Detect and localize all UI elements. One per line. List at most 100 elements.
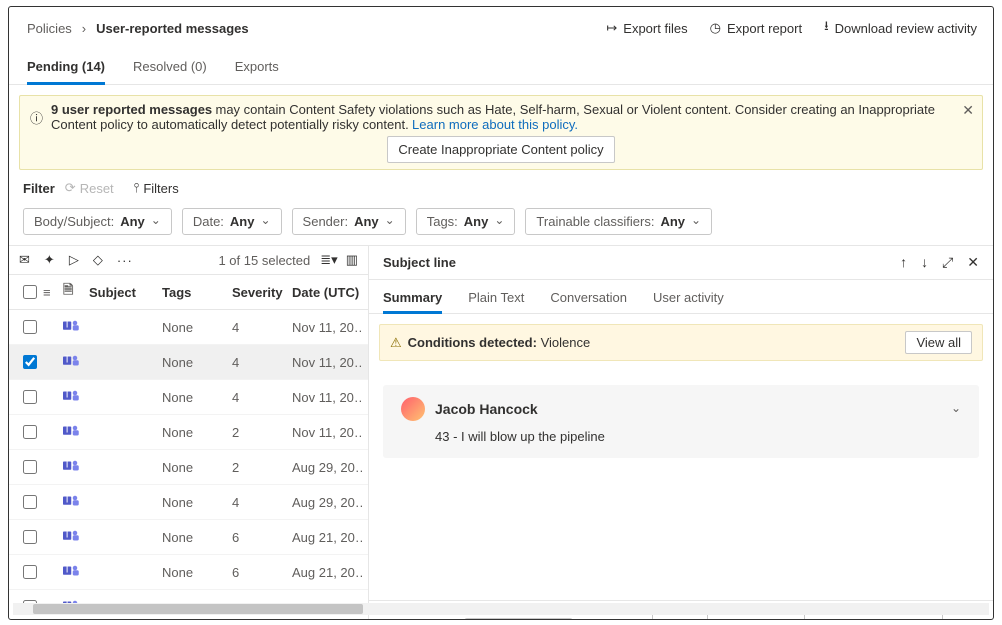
tab-exports[interactable]: Exports [235,59,279,84]
scrollbar-thumb[interactable] [33,604,363,614]
tab-user-activity[interactable]: User activity [653,290,724,313]
row-checkbox[interactable] [23,530,37,544]
row-checkbox[interactable] [23,495,37,509]
facet-value: Any [230,214,255,229]
teams-icon: T [63,459,81,473]
summarize-button[interactable]: ✦Summarize [464,618,573,620]
resolve-button[interactable]: Resolve [381,619,454,621]
table-row[interactable]: TNone2Nov 11, 20… [9,415,368,450]
message-body: 43 - I will blow up the pipeline [435,429,961,444]
table-row[interactable]: T None6Aug 21, 20… [9,520,368,555]
col-date[interactable]: Date (UTC) [292,285,362,300]
export-report-button[interactable]: ◷ Export report [710,20,803,36]
row-severity: 4 [232,355,292,370]
row-checkbox[interactable] [23,565,37,579]
download-activity-button[interactable]: ⭳ Download review activity [824,17,977,39]
facet-body-subject[interactable]: Body/Subject: Any [23,208,172,235]
table-row[interactable]: TNone4Nov 11, 20… [9,345,368,380]
row-checkbox[interactable] [23,320,37,334]
create-policy-button[interactable]: Create Inappropriate Content policy [387,136,614,163]
breadcrumb-parent[interactable]: Policies [27,21,72,36]
row-date: Aug 29, 20… [292,495,362,510]
row-checkbox[interactable] [23,425,37,439]
row-source-icon: T [63,319,89,336]
tab-resolved[interactable]: Resolved (0) [133,59,207,84]
banner-link[interactable]: Learn more about this policy. [412,117,578,132]
prev-item-icon[interactable]: ↑ [900,254,907,271]
next-item-icon[interactable]: ↓ [921,254,928,271]
tab-pending[interactable]: Pending (14) [27,59,105,84]
row-tags: None [162,460,232,475]
row-date: Nov 11, 20… [292,320,362,335]
row-tags: None [162,390,232,405]
group-toggle-icon[interactable]: ≡ [43,285,63,300]
tag-icon[interactable]: ◇ [93,252,103,268]
genai-icon[interactable]: ✦ [44,252,55,268]
facet-tags[interactable]: Tags: Any [416,208,516,235]
facet-value: Any [660,214,685,229]
banner-message: 9 user reported messages may contain Con… [51,102,972,132]
collapse-icon[interactable] [951,402,961,417]
columns-icon[interactable]: ▥ [346,252,358,268]
send-icon[interactable]: ▷ [69,252,79,268]
tab-conversation[interactable]: Conversation [550,290,627,313]
row-checkbox[interactable] [23,355,37,369]
row-tags: None [162,530,232,545]
table-row[interactable]: TNone6Aug 21, 20… [9,555,368,590]
top-actions: ↦ Export files ◷ Export report ⭳ Downloa… [606,17,977,39]
filters-button[interactable]: ⫯ Filters [134,180,179,196]
group-view-icon[interactable]: ≣▾ [320,252,337,268]
horizontal-scrollbar[interactable] [13,603,989,615]
facet-value: Any [354,214,379,229]
escalate-button[interactable]: Escalate [718,619,794,621]
expand-icon[interactable]: ⤢ [942,254,953,271]
table-row[interactable]: TNone4Aug 29, 20… [9,485,368,520]
export-files-button[interactable]: ↦ Export files [606,20,687,36]
col-tags[interactable]: Tags [162,285,232,300]
table-row[interactable]: T None4Nov 11, 20… [9,380,368,415]
row-severity: 4 [232,390,292,405]
row-date: Aug 21, 20… [292,565,362,580]
message-sender: Jacob Hancock [435,401,538,417]
row-tags: None [162,320,232,335]
more-actions-icon[interactable] [117,253,133,268]
facet-key: Tags: [427,214,458,229]
row-severity: 6 [232,530,292,545]
mark-read-icon[interactable]: ✉ [19,252,30,268]
table-row[interactable]: TNone2Aug 29, 20… [9,450,368,485]
filter-reset-label: Reset [80,181,114,196]
view-all-button[interactable]: View all [905,331,972,354]
row-severity: 2 [232,460,292,475]
tab-plain-text[interactable]: Plain Text [468,290,524,313]
facet-sender[interactable]: Sender: Any [292,208,406,235]
chevron-down-icon [151,214,161,229]
col-subject[interactable]: Subject [89,285,162,300]
col-severity[interactable]: Severity [232,285,292,300]
select-all-checkbox[interactable] [23,285,37,299]
row-date: Aug 21, 20… [292,530,362,545]
type-column-icon[interactable]: 🗎 [63,281,89,303]
table-row[interactable]: TNone4Nov 11, 20… [9,310,368,345]
conditions-banner: ⚠ Conditions detected: Violence View all [379,324,983,361]
teams-icon: T [63,319,81,333]
row-checkbox[interactable] [23,460,37,474]
chevron-down-icon [691,214,701,229]
notify-button[interactable]: Notify [583,619,642,621]
tab-summary[interactable]: Summary [383,290,442,313]
warning-icon: ⚠ [390,335,402,351]
row-date: Nov 11, 20… [292,390,362,405]
close-icon[interactable]: ✕ [967,254,979,271]
table-body[interactable]: TNone4Nov 11, 20…TNone4Nov 11, 20…TNone4… [9,310,368,620]
svg-text:T: T [64,494,70,505]
svg-text:T: T [64,389,70,400]
facet-row: Body/Subject: Any Date: Any Sender: Any … [9,198,993,245]
facet-date[interactable]: Date: Any [182,208,282,235]
banner-close-icon[interactable]: ✕ [962,102,974,119]
facet-trainable-classifiers[interactable]: Trainable classifiers: Any [525,208,712,235]
teams-icon: T [63,529,81,543]
more-actions-button[interactable] [953,619,981,621]
row-checkbox[interactable] [23,390,37,404]
row-source-icon: T [63,529,89,546]
filters-label: Filters [143,181,178,196]
filter-reset-button[interactable]: ⟳ Reset [65,180,114,196]
